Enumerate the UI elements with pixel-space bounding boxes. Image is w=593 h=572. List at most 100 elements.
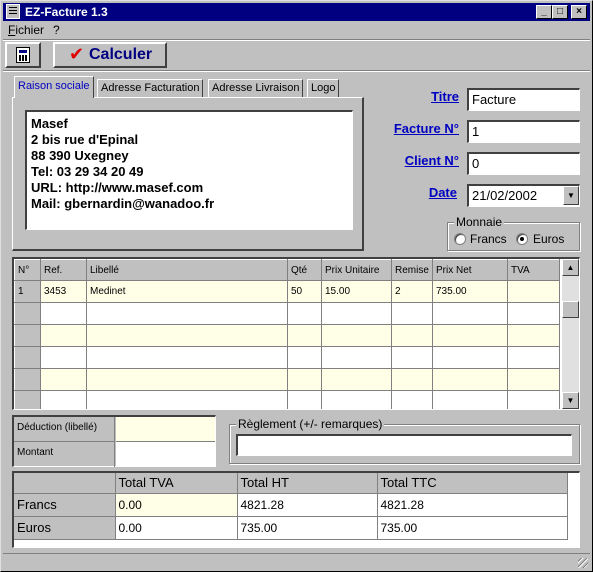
col-header[interactable]: TVA <box>507 259 560 281</box>
grid-cell[interactable] <box>287 346 322 369</box>
grid-cell[interactable] <box>321 324 392 347</box>
titre-input[interactable]: Facture <box>467 88 580 111</box>
grid-cell[interactable] <box>287 302 322 325</box>
grid-cell[interactable] <box>40 302 87 325</box>
address-textarea[interactable]: Masef 2 bis rue d'Epinal 88 390 Uxegney … <box>25 110 353 230</box>
app-icon[interactable] <box>6 4 20 19</box>
grid-cell[interactable] <box>321 346 392 369</box>
grid-cell[interactable] <box>287 324 322 347</box>
qte-cell[interactable]: 50 <box>287 280 322 303</box>
col-header[interactable]: Remise <box>391 259 433 281</box>
deduction-input[interactable] <box>116 417 215 442</box>
scroll-down-icon[interactable]: ▼ <box>562 392 579 409</box>
grid-cell[interactable] <box>432 346 508 369</box>
grid-cell[interactable] <box>432 324 508 347</box>
libelle-cell[interactable]: Medinet <box>86 280 288 303</box>
tab-adresse-facturation[interactable]: Adresse Facturation <box>97 79 204 98</box>
grid-cell[interactable] <box>432 390 508 409</box>
minimize-button[interactable]: _ <box>536 5 552 19</box>
totals-header-row: Total TVA Total HT Total TTC <box>14 473 568 494</box>
grid-cell[interactable] <box>391 368 433 391</box>
reglement-input[interactable] <box>236 434 572 456</box>
grid-cell[interactable] <box>391 302 433 325</box>
calculator-button[interactable] <box>5 42 41 68</box>
grid-cell[interactable] <box>507 346 560 369</box>
resize-grip-icon[interactable] <box>578 558 588 568</box>
col-header[interactable]: Prix Unitaire <box>321 259 392 281</box>
grid-cell[interactable] <box>507 390 560 409</box>
title-bar[interactable]: EZ-Facture 1.3 _ □ × <box>3 3 590 21</box>
col-header[interactable]: Qté <box>287 259 322 281</box>
grid-cell[interactable] <box>507 302 560 325</box>
grid-cell[interactable] <box>321 302 392 325</box>
row-header-cell[interactable] <box>14 302 41 325</box>
row-header-cell[interactable] <box>14 324 41 347</box>
totals-row-francs: Francs 0.00 4821.28 4821.28 <box>14 493 568 517</box>
grid-cell[interactable] <box>432 368 508 391</box>
grid-cell[interactable] <box>86 390 288 409</box>
menu-fichier[interactable]: Fichier <box>8 23 44 37</box>
montant-input[interactable] <box>116 442 215 467</box>
prix-net-cell[interactable]: 735.00 <box>432 280 508 303</box>
address-line: URL: http://www.masef.com <box>31 180 204 195</box>
grid-cell[interactable] <box>40 390 87 409</box>
grid-cell[interactable] <box>40 346 87 369</box>
prix-unitaire-cell[interactable]: 15.00 <box>321 280 392 303</box>
grid-cell[interactable] <box>287 368 322 391</box>
grid-vertical-scrollbar[interactable]: ▲ ▼ <box>562 259 579 409</box>
table-row[interactable] <box>14 302 560 325</box>
grid-cell[interactable] <box>507 368 560 391</box>
grid-cell[interactable] <box>40 324 87 347</box>
total-ht-cell: 4821.28 <box>237 493 378 517</box>
grid-cell[interactable] <box>391 346 433 369</box>
francs-radio[interactable] <box>454 233 466 245</box>
grid-cell[interactable] <box>40 368 87 391</box>
calculate-button[interactable]: ✔ Calculer <box>53 42 167 68</box>
table-row[interactable] <box>14 346 560 369</box>
grid-cell[interactable] <box>86 302 288 325</box>
grid-cell[interactable] <box>86 324 288 347</box>
table-row[interactable] <box>14 390 560 409</box>
row-header-cell[interactable] <box>14 346 41 369</box>
table-row[interactable]: 1 3453 Medinet 50 15.00 2 735.00 <box>14 280 560 303</box>
remise-cell[interactable]: 2 <box>391 280 433 303</box>
chevron-down-icon[interactable]: ▼ <box>563 186 579 205</box>
grid-cell[interactable] <box>432 302 508 325</box>
invoice-lines-grid[interactable]: N° Ref. Libellé Qté Prix Unitaire Remise… <box>12 257 580 410</box>
maximize-button[interactable]: □ <box>552 5 568 19</box>
col-header[interactable]: Libellé <box>86 259 288 281</box>
col-header[interactable]: Ref. <box>40 259 87 281</box>
grid-cell[interactable] <box>321 368 392 391</box>
table-row[interactable] <box>14 368 560 391</box>
row-header-cell[interactable] <box>14 368 41 391</box>
facture-number-input[interactable]: 1 <box>467 120 580 143</box>
col-header[interactable]: Prix Net <box>432 259 508 281</box>
grid-cell[interactable] <box>287 390 322 409</box>
client-number-input[interactable]: 0 <box>467 152 580 175</box>
totals-row-euros: Euros 0.00 735.00 735.00 <box>14 516 568 540</box>
euros-radio[interactable] <box>516 233 528 245</box>
grid-cell[interactable] <box>86 368 288 391</box>
reglement-group: Règlement (+/- remarques) <box>229 417 580 464</box>
menu-help[interactable]: ? <box>53 23 60 37</box>
grid-cell[interactable] <box>391 390 433 409</box>
col-header[interactable]: N° <box>14 259 41 281</box>
tab-raison-sociale[interactable]: Raison sociale <box>14 76 94 98</box>
tab-logo[interactable]: Logo <box>307 79 340 98</box>
tva-cell[interactable] <box>507 280 560 303</box>
tab-adresse-livraison[interactable]: Adresse Livraison <box>208 79 304 98</box>
titre-label: Titre <box>431 89 459 104</box>
grid-cell[interactable] <box>321 390 392 409</box>
grid-cell[interactable] <box>507 324 560 347</box>
grid-cell[interactable] <box>391 324 433 347</box>
scroll-up-icon[interactable]: ▲ <box>562 259 579 276</box>
row-header-cell[interactable] <box>14 390 41 409</box>
tab-panel: Masef 2 bis rue d'Epinal 88 390 Uxegney … <box>12 97 364 251</box>
scroll-thumb[interactable] <box>562 301 579 318</box>
date-select[interactable]: 21/02/2002 ▼ <box>467 184 580 207</box>
ref-cell[interactable]: 3453 <box>40 280 87 303</box>
row-number-cell[interactable]: 1 <box>14 280 41 303</box>
table-row[interactable] <box>14 324 560 347</box>
grid-cell[interactable] <box>86 346 288 369</box>
close-button[interactable]: × <box>571 5 587 19</box>
